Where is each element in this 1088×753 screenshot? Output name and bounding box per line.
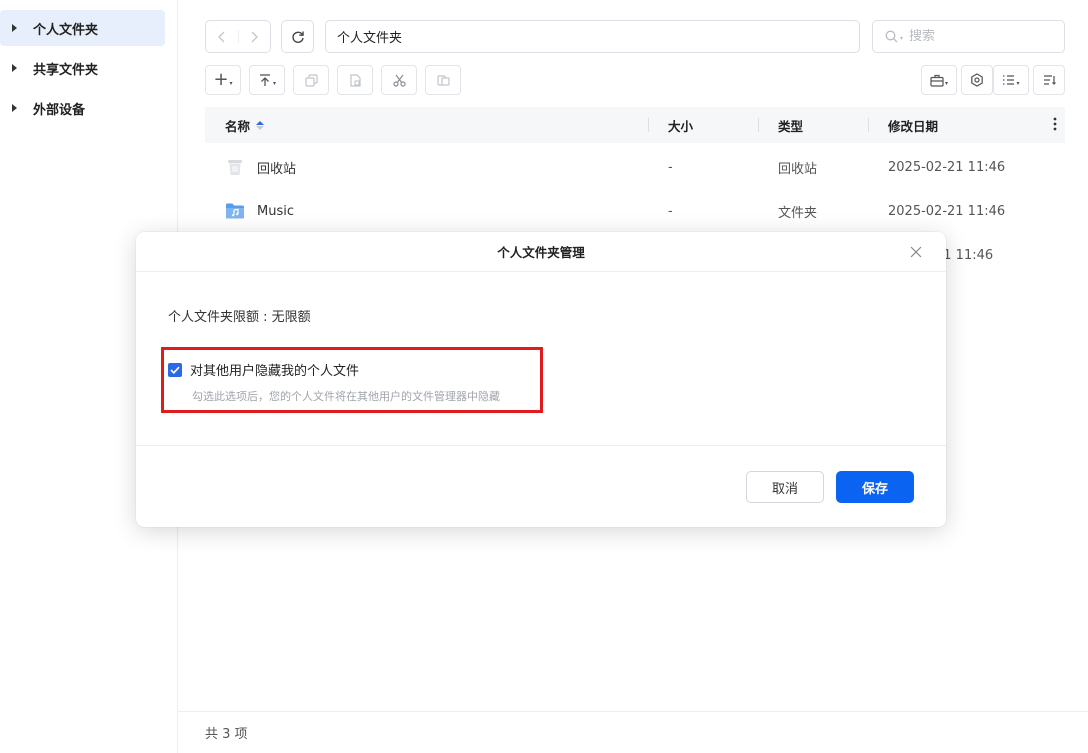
column-divider[interactable] <box>758 118 759 132</box>
back-button[interactable] <box>206 21 238 52</box>
path-input[interactable]: 个人文件夹 <box>325 20 860 53</box>
chevron-down-icon: ▾ <box>229 79 233 87</box>
expand-arrow-icon[interactable] <box>12 64 17 72</box>
column-header-size[interactable]: 大小 <box>668 107 693 143</box>
checkmark-icon <box>170 366 180 374</box>
cell-modified: 2025-02-21 11:46 <box>888 159 1006 175</box>
move-icon <box>436 74 450 86</box>
music-folder-icon <box>226 203 244 219</box>
briefcase-icon <box>930 74 944 87</box>
sidebar-item-label: 外部设备 <box>33 102 86 118</box>
sidebar-item-label: 个人文件夹 <box>33 22 99 38</box>
upload-button[interactable]: ▾ <box>249 65 285 95</box>
column-header-type[interactable]: 类型 <box>778 107 803 143</box>
paste-button[interactable] <box>337 65 373 95</box>
paste-icon <box>349 73 361 87</box>
plus-icon: + <box>213 69 229 90</box>
settings-button[interactable] <box>961 65 993 95</box>
path-text: 个人文件夹 <box>337 31 403 46</box>
sort-icon <box>1043 75 1056 85</box>
cell-type: 文件夹 <box>778 205 818 221</box>
topbar: 个人文件夹 ▾ <box>205 20 1065 53</box>
sort-asc-icon[interactable] <box>256 120 265 130</box>
column-divider[interactable] <box>648 118 649 132</box>
chevron-down-icon: ▾ <box>1016 79 1020 87</box>
file-name: 回收站 <box>257 161 297 177</box>
chevron-left-icon <box>217 31 225 42</box>
expand-arrow-icon[interactable] <box>12 104 17 112</box>
checkbox-label[interactable]: 对其他用户隐藏我的个人文件 <box>190 360 359 379</box>
cut-button[interactable] <box>381 65 417 95</box>
cell-size: - <box>668 203 673 219</box>
divider <box>136 445 946 446</box>
cell-name: Music <box>225 189 294 233</box>
gear-icon <box>971 73 983 87</box>
table-row[interactable]: Music - 文件夹 2025-02-21 11:46 <box>205 189 1065 233</box>
quota-text: 个人文件夹限额 : 无限额 <box>168 310 311 325</box>
forward-button[interactable] <box>239 21 271 52</box>
file-name: Music <box>257 203 294 219</box>
column-header-label: 名称 <box>225 118 251 134</box>
upload-icon <box>259 74 270 86</box>
sidebar-item-shared-folder[interactable]: 共享文件夹 <box>0 50 165 86</box>
view-mode-button[interactable]: ▾ <box>993 65 1029 95</box>
column-header-name[interactable]: 名称 <box>225 107 265 143</box>
cell-size: - <box>668 159 673 175</box>
column-header-label: 大小 <box>668 118 694 134</box>
hide-files-checkbox[interactable] <box>168 362 182 377</box>
copy-button[interactable] <box>293 65 329 95</box>
sidebar-item-label: 共享文件夹 <box>33 62 99 78</box>
chevron-down-icon[interactable]: ▾ <box>900 35 903 42</box>
sidebar-item-personal-folder[interactable]: 个人文件夹 <box>0 10 165 46</box>
table-row[interactable]: 回收站 - 回收站 2025-02-21 11:46 <box>205 145 1065 189</box>
list-view-icon <box>1003 75 1015 85</box>
column-header-label: 修改日期 <box>888 118 939 134</box>
table-header: 名称 大小 类型 修改日期 <box>205 107 1065 143</box>
chevron-right-icon <box>251 31 259 42</box>
refresh-icon <box>291 31 304 43</box>
nav-button-group <box>205 20 271 53</box>
cell-modified: 2025-02-21 11:46 <box>888 203 1006 219</box>
search-input[interactable] <box>909 29 1030 44</box>
close-button[interactable] <box>906 242 926 262</box>
copy-icon <box>304 73 318 87</box>
toolbox-button[interactable]: ▾ <box>921 65 957 95</box>
more-vertical-icon[interactable] <box>1053 117 1057 133</box>
status-bar: 共 3 项 <box>178 711 1088 753</box>
sort-button[interactable] <box>1033 65 1065 95</box>
dialog-title: 个人文件夹管理 <box>136 232 946 272</box>
toolbar: + ▾ ▾ ▾ ▾ <box>205 65 1065 95</box>
scissors-icon <box>392 74 406 87</box>
cancel-button[interactable]: 取消 <box>746 471 824 503</box>
sidebar-item-external-devices[interactable]: 外部设备 <box>0 90 165 126</box>
column-divider[interactable] <box>868 118 869 132</box>
close-icon <box>910 246 922 258</box>
chevron-down-icon: ▾ <box>944 79 948 87</box>
column-header-label: 类型 <box>778 118 804 134</box>
trash-icon <box>228 160 242 175</box>
save-button[interactable]: 保存 <box>836 471 914 503</box>
cell-type: 回收站 <box>778 161 818 177</box>
cell-name: 回收站 <box>225 145 296 189</box>
personal-folder-dialog: 个人文件夹管理 个人文件夹限额 : 无限额 对其他用户隐藏我的个人文件 勾选此选… <box>136 232 946 527</box>
item-count: 共 3 项 <box>205 727 248 742</box>
refresh-button[interactable] <box>281 20 314 53</box>
expand-arrow-icon[interactable] <box>12 24 17 32</box>
new-button[interactable]: + ▾ <box>205 65 241 95</box>
column-header-modified[interactable]: 修改日期 <box>888 107 938 143</box>
hide-files-option[interactable]: 对其他用户隐藏我的个人文件 <box>168 360 359 379</box>
move-button[interactable] <box>425 65 461 95</box>
chevron-down-icon: ▾ <box>272 79 276 87</box>
search-icon <box>885 30 898 43</box>
hint-text: 勾选此选项后，您的个人文件将在其他用户的文件管理器中隐藏 <box>192 390 500 403</box>
search-box[interactable]: ▾ <box>872 20 1065 53</box>
